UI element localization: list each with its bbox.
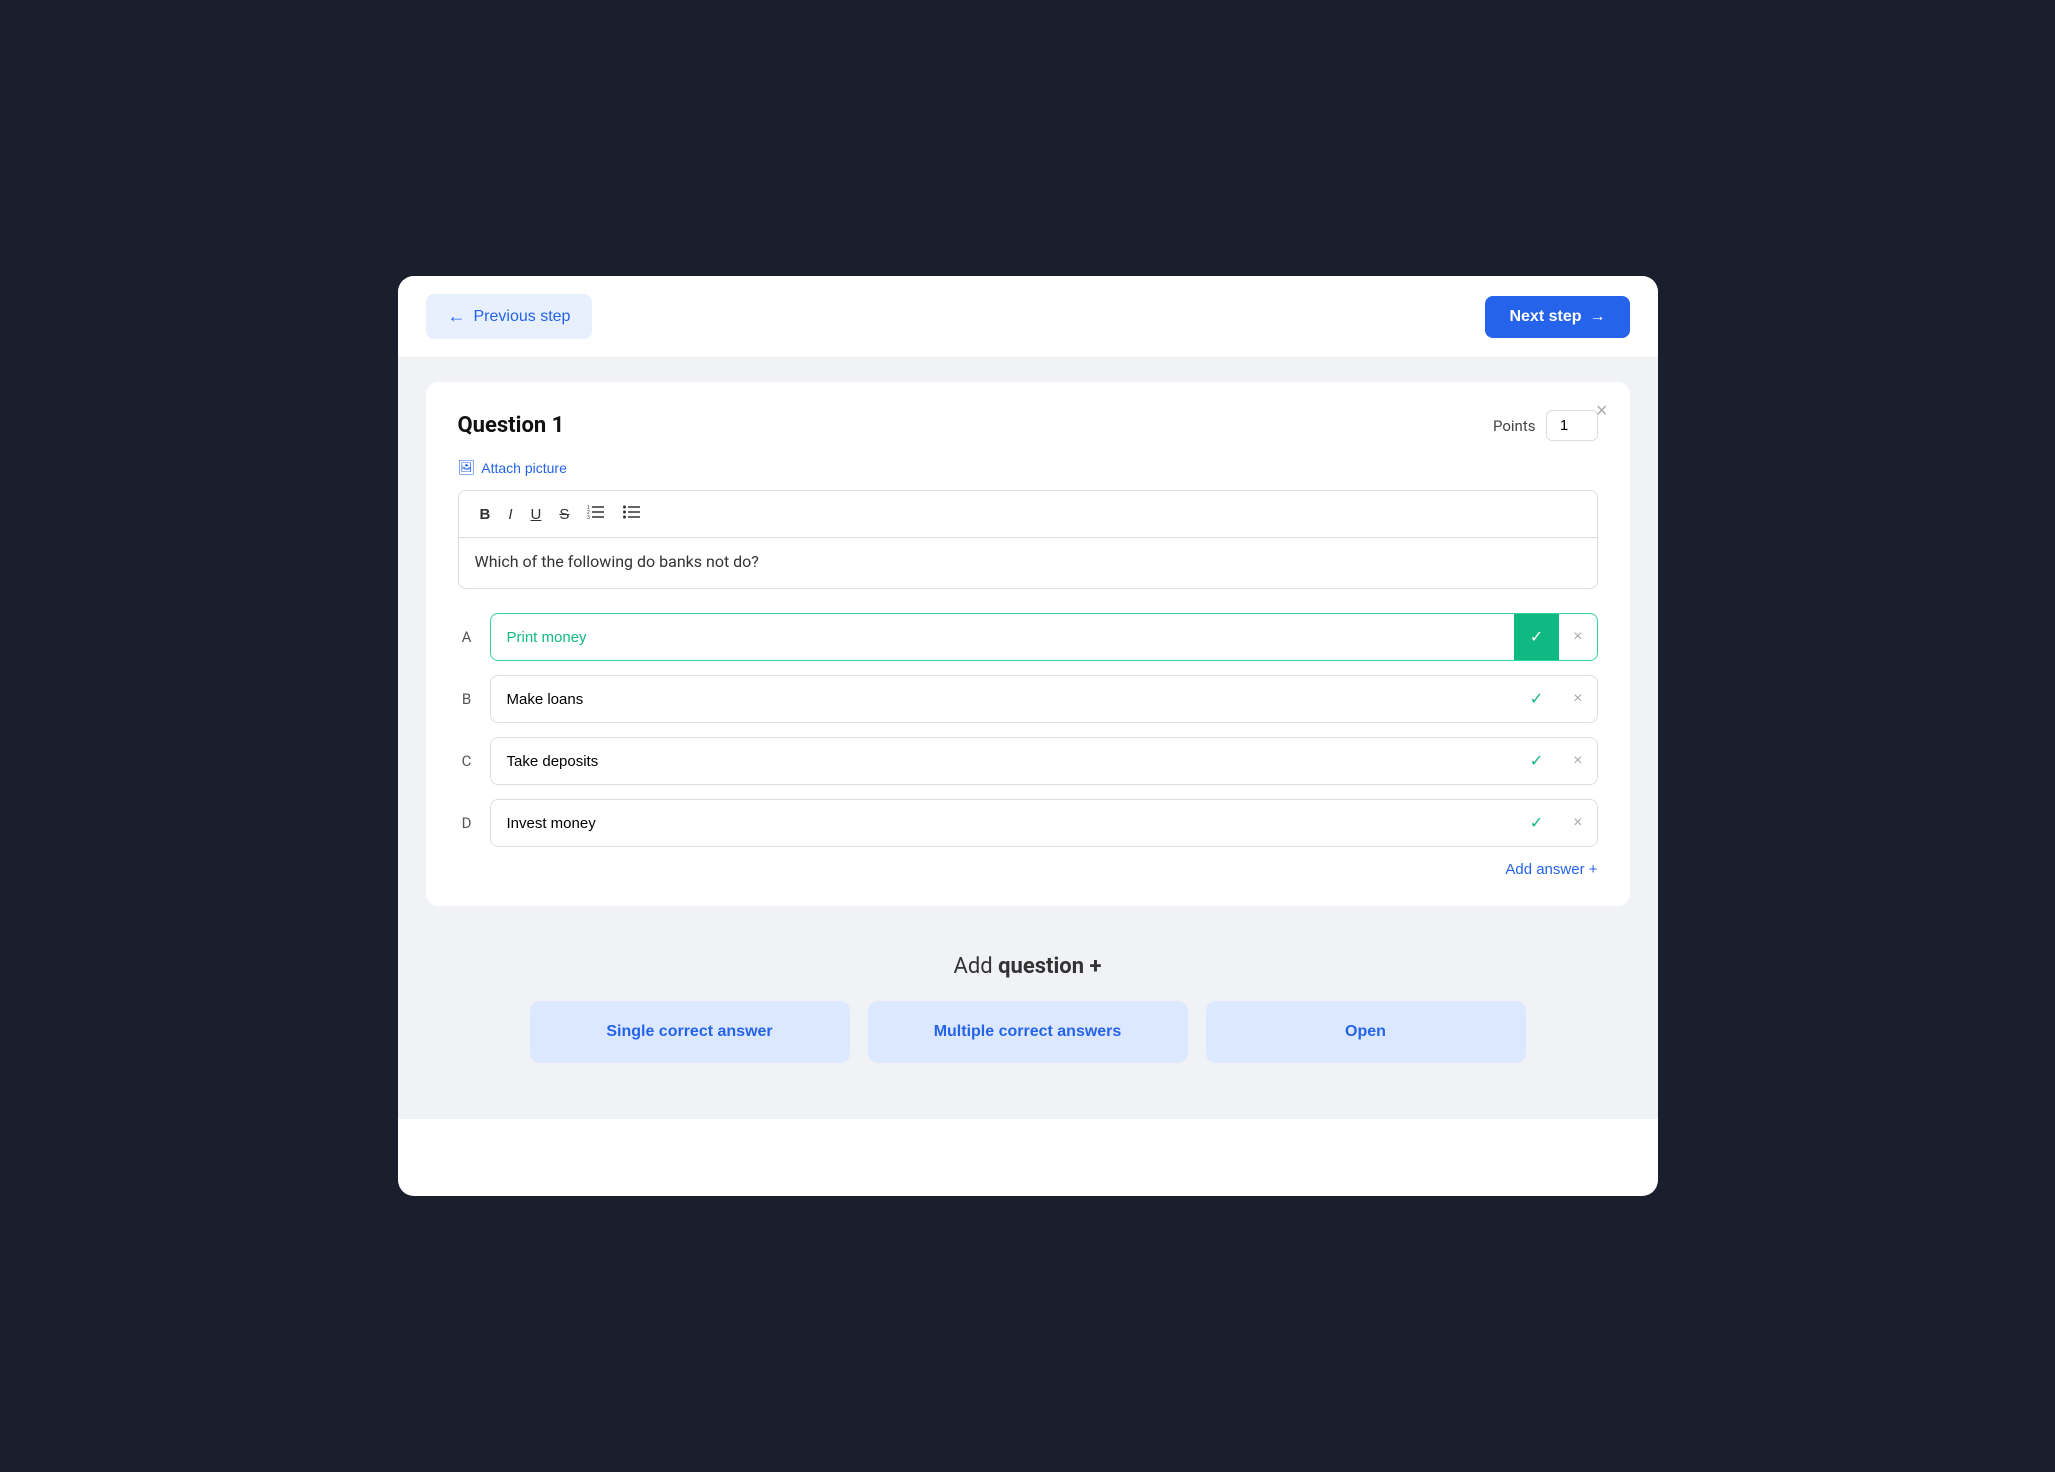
answer-input-wrap: ✓× xyxy=(490,737,1598,785)
italic-button[interactable]: I xyxy=(501,502,519,527)
editor-container: B I U S 1 2 3 xyxy=(458,490,1598,589)
next-arrow-icon: → xyxy=(1590,308,1606,326)
points-input[interactable] xyxy=(1546,410,1598,441)
answer-row: D ✓× xyxy=(458,799,1598,847)
prev-step-label: Previous step xyxy=(474,308,571,326)
answer-check-button[interactable]: ✓ xyxy=(1514,800,1559,846)
question-type-button-0[interactable]: Single correct answer xyxy=(530,1001,850,1063)
svg-text:3: 3 xyxy=(587,515,590,519)
ordered-list-button[interactable]: 1 2 3 xyxy=(580,501,612,527)
strikethrough-button[interactable]: S xyxy=(552,502,576,527)
next-step-label: Next step xyxy=(1509,308,1581,326)
answers-container: A✓×B✓×C✓×D✓× xyxy=(458,613,1598,847)
answer-text-input[interactable] xyxy=(491,802,1514,845)
bold-button[interactable]: B xyxy=(473,502,498,527)
main-content: × Question 1 Points 🖼 Attach picture B I… xyxy=(398,358,1658,1119)
top-nav: ← Previous step Next step → xyxy=(398,276,1658,358)
answer-text-input[interactable] xyxy=(491,740,1514,783)
add-question-title: Add question + xyxy=(458,954,1598,979)
question-type-button-2[interactable]: Open xyxy=(1206,1001,1526,1063)
add-answer-container: Add answer + xyxy=(458,861,1598,878)
question-header: Question 1 Points xyxy=(458,410,1598,441)
question-type-buttons: Single correct answer Multiple correct an… xyxy=(458,1001,1598,1063)
question-card: × Question 1 Points 🖼 Attach picture B I… xyxy=(426,382,1630,906)
attach-picture-button[interactable]: 🖼 Attach picture xyxy=(458,459,567,476)
unordered-list-button[interactable] xyxy=(616,501,648,527)
answer-input-wrap: ✓× xyxy=(490,675,1598,723)
add-question-card: Add question + Single correct answer Mult… xyxy=(426,926,1630,1091)
answer-row: B ✓× xyxy=(458,675,1598,723)
points-label: Points xyxy=(1493,417,1536,435)
answer-check-button[interactable]: ✓ xyxy=(1514,676,1559,722)
answer-input-wrap: ✓× xyxy=(490,613,1598,661)
answer-delete-button[interactable]: × xyxy=(1559,615,1596,659)
add-question-plain: Add xyxy=(953,954,998,979)
answer-label: B xyxy=(458,690,476,708)
question-text-editor[interactable]: Which of the following do banks not do? xyxy=(459,538,1597,588)
editor-toolbar: B I U S 1 2 3 xyxy=(459,491,1597,538)
image-icon: 🖼 xyxy=(458,459,476,476)
close-button[interactable]: × xyxy=(1596,400,1608,423)
answer-row: C ✓× xyxy=(458,737,1598,785)
answer-check-button[interactable]: ✓ xyxy=(1514,738,1559,784)
answer-label: A xyxy=(458,628,476,646)
add-answer-button[interactable]: Add answer + xyxy=(1505,861,1597,878)
prev-step-button[interactable]: ← Previous step xyxy=(426,294,593,339)
question-title: Question 1 xyxy=(458,413,565,438)
add-question-bold: question + xyxy=(998,954,1101,979)
answer-label: D xyxy=(458,814,476,832)
answer-check-button[interactable]: ✓ xyxy=(1514,614,1559,660)
answer-delete-button[interactable]: × xyxy=(1559,801,1596,845)
points-container: Points xyxy=(1493,410,1598,441)
answer-label: C xyxy=(458,752,476,770)
attach-picture-label: Attach picture xyxy=(481,460,567,476)
question-text: Which of the following do banks not do? xyxy=(475,552,759,571)
next-step-button[interactable]: Next step → xyxy=(1485,296,1629,338)
answer-delete-button[interactable]: × xyxy=(1559,677,1596,721)
answer-row: A ✓× xyxy=(458,613,1598,661)
answer-text-input[interactable] xyxy=(491,616,1514,659)
answer-text-input[interactable] xyxy=(491,678,1514,721)
question-type-button-1[interactable]: Multiple correct answers xyxy=(868,1001,1188,1063)
main-container: ← Previous step Next step → × Question 1… xyxy=(398,276,1658,1196)
prev-arrow-icon: ← xyxy=(448,306,466,327)
answer-input-wrap: ✓× xyxy=(490,799,1598,847)
answer-delete-button[interactable]: × xyxy=(1559,739,1596,783)
underline-button[interactable]: U xyxy=(524,502,549,527)
